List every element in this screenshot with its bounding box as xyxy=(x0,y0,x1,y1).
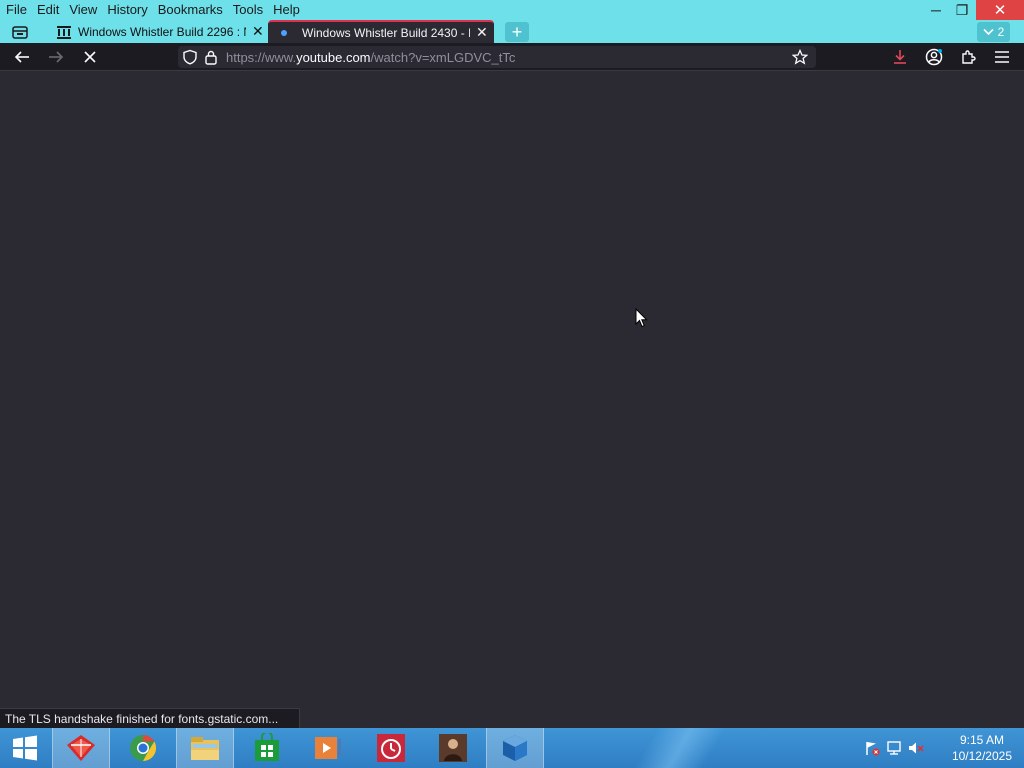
lock-icon[interactable] xyxy=(204,49,218,65)
tab-whistler-2430[interactable]: Windows Whistler Build 2430 - I ✕ xyxy=(268,20,494,43)
menu-help[interactable]: Help xyxy=(268,0,305,20)
taskbar-media-player[interactable] xyxy=(300,728,358,768)
forward-button[interactable] xyxy=(42,43,70,71)
action-center-flag-icon[interactable] xyxy=(864,740,880,756)
tab-count: 2 xyxy=(997,25,1005,39)
taskbar-virtualbox[interactable] xyxy=(486,728,544,768)
menu-edit[interactable]: Edit xyxy=(32,0,64,20)
stop-loading-button[interactable] xyxy=(76,43,104,71)
media-player-icon xyxy=(315,737,341,759)
new-tab-button[interactable]: + xyxy=(505,22,529,42)
downloads-button[interactable] xyxy=(886,43,914,71)
restore-button[interactable]: ❐ xyxy=(950,0,974,20)
volume-muted-icon[interactable] xyxy=(908,740,924,756)
taskbar-store[interactable] xyxy=(238,728,296,768)
puzzle-icon xyxy=(962,50,976,64)
taskbar-alarm-clock[interactable] xyxy=(362,728,420,768)
hamburger-menu-icon xyxy=(995,51,1009,63)
chevron-down-icon xyxy=(983,28,994,36)
file-explorer-icon xyxy=(191,737,219,760)
page-content-area[interactable] xyxy=(0,71,1024,728)
clock-time: 9:15 AM xyxy=(959,733,1004,747)
tab-label: Windows Whistler Build 2430 - I xyxy=(302,25,470,40)
extensions-button[interactable] xyxy=(954,43,982,71)
taskbar-gateway-app[interactable] xyxy=(52,728,110,768)
url-text[interactable]: https://www.youtube.com/watch?v=xmLGDVC_… xyxy=(226,50,515,65)
forward-arrow-icon xyxy=(49,51,64,63)
menu-file[interactable]: File xyxy=(0,0,32,20)
tab-label: Windows Whistler Build 2296 : N xyxy=(78,24,246,39)
navigation-bar: https://www.youtube.com/watch?v=xmLGDVC_… xyxy=(0,43,1024,71)
bookmark-star-icon[interactable] xyxy=(792,49,808,65)
close-window-button[interactable]: ✕ xyxy=(976,0,1024,20)
gateway-app-icon xyxy=(67,735,95,761)
alarm-clock-icon xyxy=(377,734,405,762)
taskbar-file-explorer[interactable] xyxy=(176,728,234,768)
back-arrow-icon xyxy=(14,51,29,63)
profile-app-icon xyxy=(439,734,467,762)
account-button[interactable] xyxy=(920,43,948,71)
network-icon[interactable] xyxy=(886,740,902,756)
virtualbox-icon xyxy=(503,735,527,761)
taskbar-wallpaper-streak xyxy=(520,728,840,768)
store-icon xyxy=(255,733,279,761)
status-panel: The TLS handshake finished for fonts.gst… xyxy=(0,708,300,728)
mouse-cursor-icon xyxy=(635,307,648,333)
download-icon xyxy=(894,50,906,64)
loading-favicon-icon xyxy=(280,29,288,37)
chrome-icon xyxy=(130,734,157,762)
address-bar[interactable]: https://www.youtube.com/watch?v=xmLGDVC_… xyxy=(178,46,816,68)
taskbar-clock[interactable]: 9:15 AM 10/12/2025 xyxy=(952,732,1012,764)
tracking-protection-shield-icon[interactable] xyxy=(182,49,198,65)
clock-date: 10/12/2025 xyxy=(951,749,1012,763)
list-all-tabs-button[interactable]: 2 xyxy=(977,22,1010,42)
account-icon xyxy=(925,48,943,66)
firefox-view-icon[interactable] xyxy=(8,22,32,42)
menu-view[interactable]: View xyxy=(64,0,102,20)
tab-whistler-2296[interactable]: Windows Whistler Build 2296 : N ✕ xyxy=(48,20,266,43)
start-icon xyxy=(13,735,37,761)
taskbar-chrome[interactable] xyxy=(114,728,172,768)
menu-bookmarks[interactable]: Bookmarks xyxy=(153,0,228,20)
tab-close-icon[interactable]: ✕ xyxy=(476,24,488,41)
app-menu-button[interactable] xyxy=(988,43,1016,71)
stop-x-icon xyxy=(84,51,96,63)
menu-bar: File Edit View History Bookmarks Tools H… xyxy=(0,0,305,20)
start-button[interactable] xyxy=(0,728,50,768)
menu-history[interactable]: History xyxy=(102,0,152,20)
menu-tools[interactable]: Tools xyxy=(228,0,268,20)
minimize-button[interactable]: ─ xyxy=(922,0,950,20)
archive-favicon-icon xyxy=(56,25,72,39)
tab-close-icon[interactable]: ✕ xyxy=(252,23,264,40)
back-button[interactable] xyxy=(8,43,36,71)
taskbar-profile-app[interactable] xyxy=(424,728,482,768)
